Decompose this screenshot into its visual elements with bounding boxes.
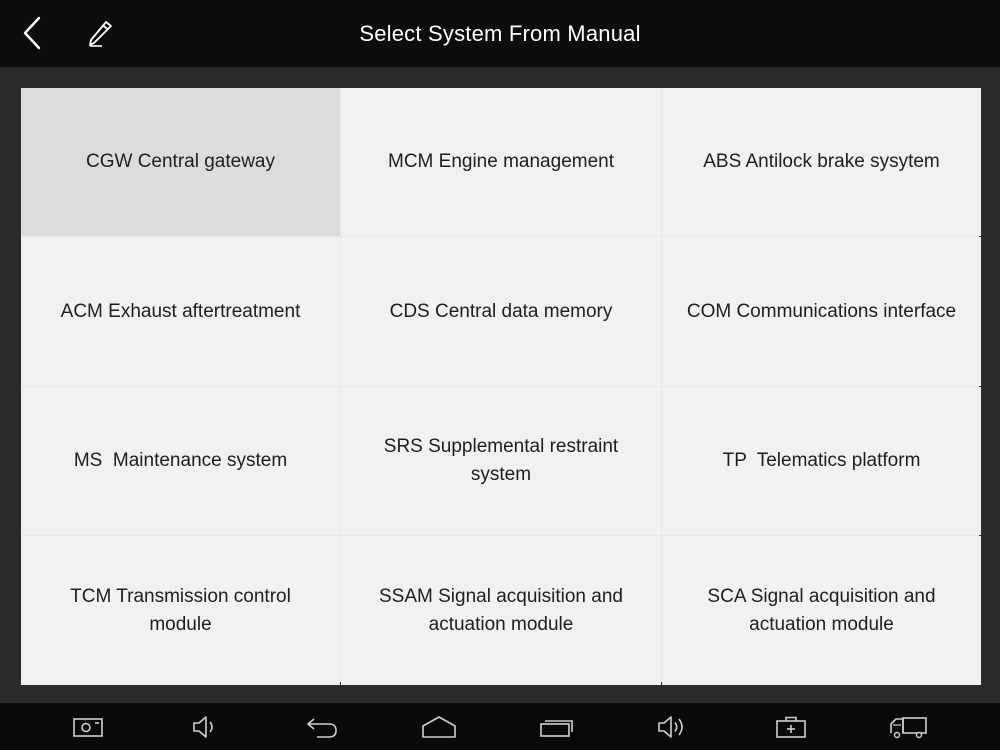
system-item-ssam[interactable]: SSAM Signal acquisition and actuation mo… xyxy=(341,536,661,685)
screenshot-button[interactable] xyxy=(70,711,106,743)
system-item-com[interactable]: COM Communications interface xyxy=(662,237,981,386)
system-item-mcm[interactable]: MCM Engine management xyxy=(341,88,661,236)
volume-up-icon xyxy=(658,716,683,738)
system-navigation-bar xyxy=(0,703,1000,750)
app-window: Select System From Manual CGW Central ga… xyxy=(0,0,1000,750)
system-item-tcm[interactable]: TCM Transmission control module xyxy=(21,536,340,685)
system-item-sca[interactable]: SCA Signal acquisition and actuation mod… xyxy=(662,536,981,685)
page-title: Select System From Manual xyxy=(359,21,641,46)
back-button[interactable] xyxy=(12,12,52,54)
content-area: CGW Central gateway MCM Engine managemen… xyxy=(0,67,1000,703)
system-item-cgw[interactable]: CGW Central gateway xyxy=(21,88,340,236)
recent-apps-button[interactable] xyxy=(539,711,575,743)
volume-up-button[interactable] xyxy=(655,711,691,743)
volume-down-button[interactable] xyxy=(187,711,223,743)
chevron-left-icon xyxy=(23,16,41,50)
title-bar: Select System From Manual xyxy=(0,0,1000,67)
screenshot-icon xyxy=(73,718,103,737)
nav-back-button[interactable] xyxy=(304,711,340,743)
system-item-ms[interactable]: MS Maintenance system xyxy=(21,387,340,535)
vehicle-button[interactable] xyxy=(888,711,930,743)
toolbox-icon xyxy=(776,716,806,738)
home-button[interactable] xyxy=(421,711,457,743)
system-item-srs[interactable]: SRS Supplemental restraint system xyxy=(341,387,661,535)
system-grid: CGW Central gateway MCM Engine managemen… xyxy=(21,88,981,685)
pencil-icon xyxy=(89,21,112,47)
system-item-tp[interactable]: TP Telematics platform xyxy=(662,387,981,535)
system-item-cds[interactable]: CDS Central data memory xyxy=(341,237,661,386)
home-icon xyxy=(422,716,456,738)
back-icon xyxy=(307,718,337,738)
toolbox-button[interactable] xyxy=(773,711,809,743)
edit-button[interactable] xyxy=(80,12,122,54)
volume-down-icon xyxy=(193,716,213,738)
system-item-acm[interactable]: ACM Exhaust aftertreatment xyxy=(21,237,340,386)
system-item-abs[interactable]: ABS Antilock brake sysytem xyxy=(662,88,981,236)
recent-apps-icon xyxy=(540,720,573,737)
vehicle-icon xyxy=(890,717,927,739)
